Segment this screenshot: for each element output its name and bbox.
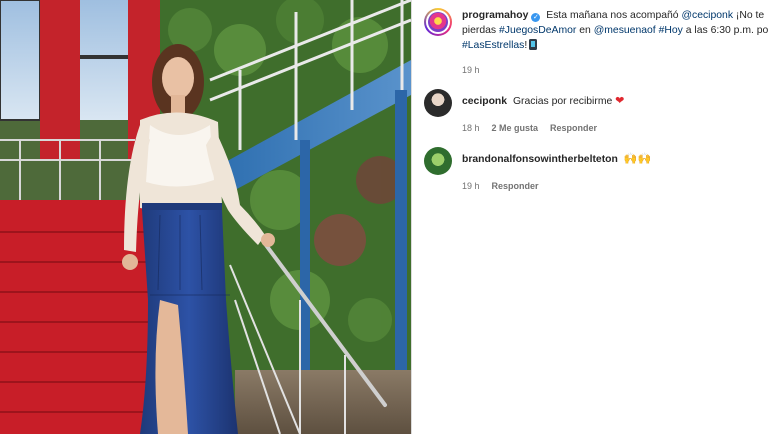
comment-text: ceciponk Gracias por recibirme ❤ [462,89,768,109]
instagram-post-view: programahoy ✓ Esta mañana nos acompañó @c… [0,0,768,434]
caption-part: Esta mañana nos acompañó [543,10,682,21]
comment-text: brandonalfonsowintherbelteton 🙌🙌 [462,147,768,167]
comment-time: 19 h [462,181,480,191]
avatar-brandonalfonsowintherbelteton[interactable] [424,147,452,175]
caption-time: 19 h [462,65,480,75]
comments-panel: programahoy ✓ Esta mañana nos acompañó @c… [411,0,768,434]
mention-mesuenaof[interactable]: @mesuenaof [594,25,656,36]
comment-likes[interactable]: 2 Me gusta [492,123,539,133]
caption-part: en [576,25,594,36]
comment-item: ceciponk Gracias por recibirme ❤ 18 h 2 … [412,75,768,133]
avatar-ceciponk[interactable] [424,89,452,117]
verified-badge-icon: ✓ [531,13,541,22]
caption-part: a las 6:30 p.m. por [682,25,768,36]
comment-meta: 18 h 2 Me gusta Responder [462,123,768,133]
avatar-programahoy[interactable] [424,8,452,36]
caption-part: ! [524,40,528,51]
caption-text: programahoy ✓ Esta mañana nos acompañó @c… [462,8,768,53]
hashtag-hoy[interactable]: #Hoy [659,25,683,36]
hashtag-juegosdeamor[interactable]: #JuegosDeAmor [499,25,576,36]
photo-illustration [0,0,411,434]
red-heart-emoji: ❤ [615,95,625,107]
comment-time: 18 h [462,123,480,133]
comment-body: Gracias por recibirme [512,96,613,107]
comment-username[interactable]: brandonalfonsowintherbelteton [462,154,618,165]
comment-meta: 19 h Responder [462,181,768,191]
comment-item: brandonalfonsowintherbelteton 🙌🙌 19 h Re… [412,133,768,191]
caption-username[interactable]: programahoy [462,10,528,21]
hashtag-lasestrellas[interactable]: #LasEstrellas [462,40,524,51]
mobile-phone-emoji [529,39,538,50]
caption-meta: 19 h [462,65,768,75]
reply-button[interactable]: Responder [550,123,597,133]
comment-username[interactable]: ceciponk [462,96,507,107]
reply-button[interactable]: Responder [492,181,539,191]
mention-ceciponk[interactable]: @ceciponk [681,10,733,21]
post-photo[interactable] [0,0,411,434]
raised-hands-emoji: 🙌🙌 [623,153,652,165]
post-caption: programahoy ✓ Esta mañana nos acompañó @c… [412,0,768,75]
